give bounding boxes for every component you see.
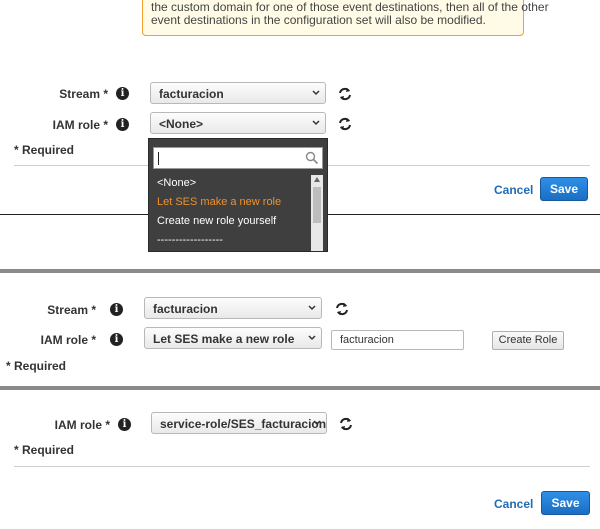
info-icon[interactable]: i <box>116 118 129 131</box>
stream-select-value: facturacion <box>153 302 218 316</box>
text-cursor <box>158 152 159 165</box>
dropdown-option-separator: ------------------ <box>157 234 223 246</box>
stream-select-value: facturacion <box>159 87 224 101</box>
stream-select[interactable]: facturacion <box>150 82 326 104</box>
refresh-icon[interactable] <box>337 116 353 132</box>
refresh-icon[interactable] <box>338 416 354 432</box>
dropdown-option-create-own-role[interactable]: Create new role yourself <box>157 215 276 227</box>
stream-label: Stream * <box>47 303 96 317</box>
iam-role-label: IAM role * <box>54 418 110 432</box>
iam-role-label: IAM role * <box>40 333 96 347</box>
iam-role-select[interactable]: service-role/SES_facturacion <box>151 412 327 434</box>
dropdown-option-ses-new-role[interactable]: Let SES make a new role <box>157 196 281 208</box>
dropdown-scrollbar[interactable] <box>311 175 323 251</box>
warning-alert: the custom domain for one of those event… <box>142 0 549 36</box>
info-icon[interactable]: i <box>110 333 123 346</box>
refresh-icon[interactable] <box>334 301 350 317</box>
info-icon[interactable]: i <box>110 303 123 316</box>
role-name-input[interactable]: facturacion <box>331 330 464 350</box>
chevron-down-icon <box>312 120 320 126</box>
save-button[interactable]: Save <box>540 177 588 201</box>
search-icon <box>305 151 319 165</box>
section-separator <box>0 269 600 273</box>
chevron-down-icon <box>313 420 321 426</box>
chevron-down-icon <box>308 335 316 341</box>
required-note: * Required <box>6 359 67 373</box>
scroll-up-icon <box>314 177 320 182</box>
divider <box>14 466 590 467</box>
iam-role-select[interactable]: <None> <box>150 112 326 134</box>
cancel-button[interactable]: Cancel <box>494 183 533 197</box>
required-note: * Required <box>14 143 75 157</box>
iam-role-select-value: Let SES make a new role <box>153 332 295 346</box>
info-icon[interactable]: i <box>116 87 129 100</box>
dropdown-search-input[interactable] <box>153 147 323 169</box>
iam-role-dropdown: <None> Let SES make a new role Create ne… <box>148 138 328 252</box>
iam-role-select-value: service-role/SES_facturacion <box>160 417 327 431</box>
cancel-button[interactable]: Cancel <box>494 497 533 511</box>
save-button[interactable]: Save <box>541 491 590 515</box>
required-note: * Required <box>14 443 75 457</box>
chevron-down-icon <box>312 90 320 96</box>
section-separator <box>0 386 600 390</box>
refresh-icon[interactable] <box>337 86 353 102</box>
stream-select[interactable]: facturacion <box>144 297 322 319</box>
iam-role-label: IAM role * <box>52 118 108 132</box>
create-role-button[interactable]: Create Role <box>492 331 564 350</box>
info-icon[interactable]: i <box>118 418 131 431</box>
stream-label: Stream * <box>59 87 108 101</box>
chevron-down-icon <box>308 305 316 311</box>
scrollbar-thumb[interactable] <box>313 187 321 223</box>
iam-role-select[interactable]: Let SES make a new role <box>144 327 322 349</box>
warning-text-line-2: event destinations in the configuration … <box>151 13 486 27</box>
iam-role-select-value: <None> <box>159 117 204 131</box>
dropdown-option-none[interactable]: <None> <box>157 177 196 189</box>
